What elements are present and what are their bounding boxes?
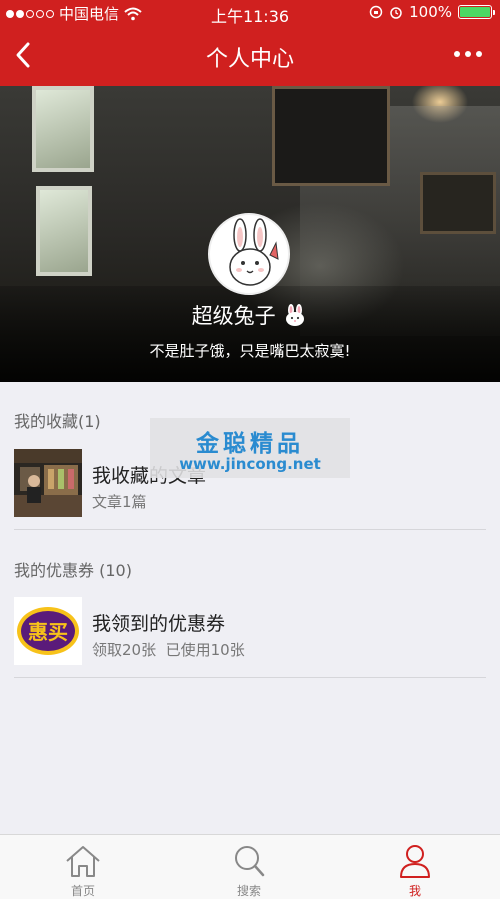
background-window [32, 86, 94, 172]
watermark-url: www.jincong.net [179, 455, 321, 473]
coupon-logo-text: 惠买 [28, 620, 68, 644]
tab-me[interactable]: 我 [332, 835, 498, 899]
bottom-tab-bar: 首页 搜索 我 [0, 834, 500, 899]
article-thumbnail [14, 449, 82, 517]
coupons-section-header: 我的优惠券 (10) [14, 561, 132, 580]
divider [14, 677, 486, 678]
tab-search-label: 搜索 [236, 884, 261, 898]
rabbit-avatar-icon [229, 218, 279, 286]
favorites-item-count: 文章1篇 [92, 493, 147, 511]
profile-header: 超级兔子 不是肚子饿，只是嘴巴太寂寞! [0, 86, 500, 382]
coupons-list-item[interactable]: 惠买 我领到的优惠券 领取20张 已使用10张 [0, 597, 500, 683]
tab-home[interactable]: 首页 [0, 835, 166, 899]
background-window [36, 186, 92, 276]
alarm-icon [390, 7, 402, 19]
avatar[interactable] [208, 213, 290, 295]
background-frame [272, 86, 390, 186]
divider [14, 529, 486, 530]
nav-bar: 个人中心 [0, 26, 500, 86]
favorites-section-header: 我的收藏(1) [14, 412, 101, 431]
rabbit-emoji-icon [286, 304, 305, 326]
battery-percent: 100% [409, 3, 452, 21]
tab-home-label: 首页 [70, 884, 95, 898]
coupon-logo: 惠买 [14, 597, 82, 665]
top-bar: 中国电信 上午11:36 100% 个人中心 [0, 0, 500, 86]
watermark: 金聪精品 www.jincong.net [150, 418, 350, 478]
coupons-item-usage: 领取20张 已使用10张 [92, 641, 245, 659]
watermark-brand: 金聪精品 [196, 431, 304, 457]
profile-signature: 不是肚子饿，只是嘴巴太寂寞! [149, 342, 351, 360]
more-menu-icon[interactable] [454, 44, 484, 64]
battery-icon [458, 5, 495, 19]
background-sign [420, 172, 496, 234]
status-bar: 中国电信 上午11:36 100% [0, 0, 500, 26]
home-icon [66, 846, 100, 877]
search-icon [235, 846, 265, 877]
person-icon [400, 845, 430, 878]
rotation-lock-icon [369, 5, 383, 19]
tab-me-label: 我 [408, 884, 421, 898]
coupons-item-title: 我领到的优惠券 [92, 613, 226, 635]
page-title: 个人中心 [205, 47, 294, 72]
tab-search[interactable]: 搜索 [166, 835, 332, 899]
profile-name: 超级兔子 [0, 300, 500, 330]
